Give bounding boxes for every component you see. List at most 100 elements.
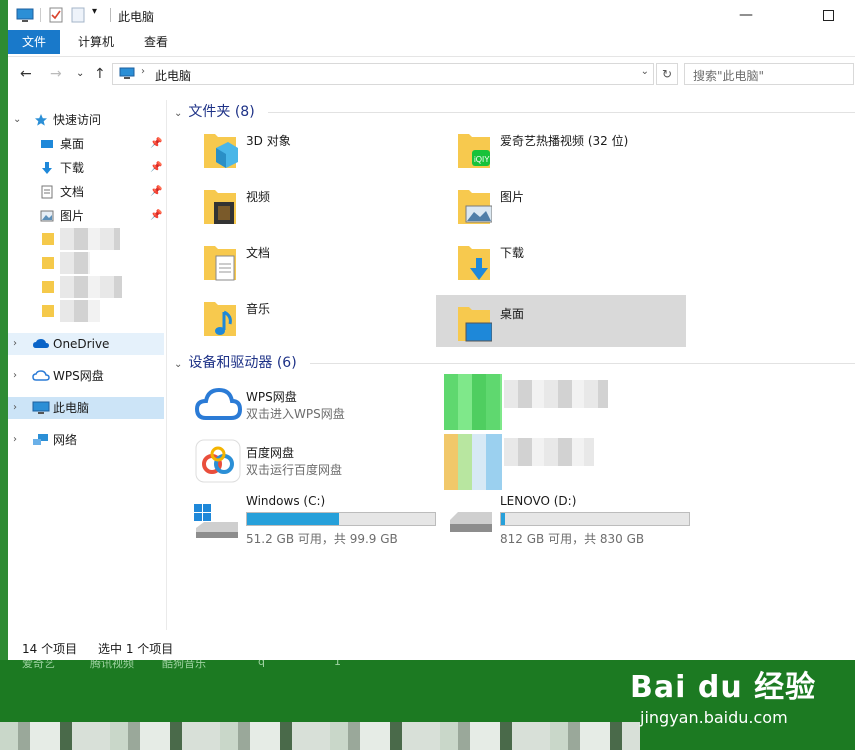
desktop-icon (41, 140, 53, 148)
picture-icon (458, 190, 492, 224)
folder-label: 3D 对象 (246, 134, 291, 148)
expand-caret-icon[interactable]: › (13, 397, 17, 419)
document-icon (41, 185, 53, 199)
expand-caret-icon[interactable]: › (13, 333, 17, 355)
drive-d[interactable]: LENOVO (D:) 812 GB 可用，共 830 GB (436, 494, 690, 548)
breadcrumb-chevron-icon[interactable]: › (141, 66, 145, 77)
tab-computer[interactable]: 计算机 (64, 30, 128, 54)
device-baidu-drive[interactable]: 百度网盘 双击运行百度网盘 (182, 436, 432, 488)
item-count: 14 个项目 (22, 642, 78, 656)
folder-icon (42, 233, 54, 245)
refresh-button[interactable]: ↻ (656, 63, 678, 85)
windows-drive-icon (194, 504, 238, 538)
customize-toolbar-icon[interactable]: ▾ (92, 6, 97, 17)
sidebar-item-network[interactable]: › 网络 (8, 429, 164, 451)
picture-icon (40, 210, 54, 222)
baidu-netdisk-icon (195, 439, 241, 483)
baidu-watermark: Bai du 经验 jingyan.baidu.com (630, 662, 816, 727)
sidebar-label: 快速访问 (53, 113, 102, 127)
folder-tile-videos[interactable]: 视频 (182, 178, 432, 230)
sidebar-item-wps-drive[interactable]: › WPS网盘 (8, 365, 164, 387)
folder-tile-desktop[interactable]: 桌面 (436, 295, 686, 347)
drive-usage-bar (246, 512, 436, 526)
download-icon (42, 162, 52, 174)
folder-label: 音乐 (246, 302, 271, 316)
address-dropdown-icon[interactable]: ⌄ (641, 66, 649, 77)
folder-label: 爱奇艺热播视频 (32 位) (500, 134, 629, 148)
drive-c[interactable]: Windows (C:) 51.2 GB 可用，共 99.9 GB (182, 494, 436, 548)
sidebar-label: OneDrive (53, 337, 110, 351)
blurred-device-icon (444, 434, 502, 490)
sidebar-label: WPS网盘 (53, 369, 104, 383)
properties-icon[interactable] (48, 7, 64, 23)
folder-tile-downloads[interactable]: 下载 (436, 234, 686, 286)
drive-usage-bar (500, 512, 690, 526)
status-bar: 14 个项目 选中 1 个项目 (8, 636, 855, 660)
title-bar: ▾ 此电脑 — (8, 0, 855, 30)
sidebar-item-documents[interactable]: 文档 📌 (8, 181, 164, 203)
folder-tile-music[interactable]: 音乐 (182, 290, 432, 342)
download-icon (458, 246, 490, 280)
sidebar-item-this-pc[interactable]: › 此电脑 (8, 397, 164, 419)
tab-view[interactable]: 查看 (130, 30, 182, 54)
folder-tile-pictures[interactable]: 图片 (436, 178, 686, 230)
search-placeholder: 搜索"此电脑" (693, 69, 765, 83)
minimize-button[interactable]: — (726, 4, 766, 26)
video-icon (204, 190, 236, 224)
maximize-button[interactable] (808, 4, 848, 26)
blurred-item (60, 252, 90, 274)
folder-tile-documents[interactable]: 文档 (182, 234, 432, 286)
sidebar-label: 桌面 (60, 137, 85, 151)
sidebar-label: 下载 (60, 161, 85, 175)
computer-icon (119, 67, 135, 79)
watermark-url: jingyan.baidu.com (640, 708, 788, 727)
expand-caret-icon[interactable]: › (13, 365, 17, 387)
folder-tile-iqiyi[interactable]: iQIY 爱奇艺热播视频 (32 位) (436, 122, 686, 174)
sidebar-item-downloads[interactable]: 下载 📌 (8, 157, 164, 179)
sidebar-item-desktop[interactable]: 桌面 📌 (8, 133, 164, 155)
drive-info: 51.2 GB 可用，共 99.9 GB (246, 532, 398, 546)
address-path: 此电脑 (155, 69, 192, 83)
up-button[interactable]: ↑ (94, 66, 106, 82)
sidebar-item-quick-access[interactable]: ⌄ 快速访问 (8, 109, 164, 131)
expand-caret-icon[interactable]: ⌄ (13, 109, 21, 131)
music-icon (204, 302, 236, 336)
back-button[interactable]: ← (20, 66, 32, 82)
folder-label: 下载 (500, 246, 525, 260)
sidebar-item-pictures[interactable]: 图片 📌 (8, 205, 164, 227)
pin-icon: 📌 (150, 186, 163, 197)
sidebar-item-onedrive[interactable]: › OneDrive (8, 333, 164, 355)
address-field[interactable]: › 此电脑 ⌄ (112, 63, 654, 85)
folder-label: 桌面 (500, 307, 525, 321)
folder-label: 图片 (500, 190, 525, 204)
wps-cloud-icon (32, 370, 50, 381)
document-icon (204, 246, 236, 281)
sidebar-label: 此电脑 (53, 401, 90, 415)
pin-icon: 📌 (150, 162, 163, 173)
pin-icon: 📌 (150, 138, 163, 149)
folder-icon (42, 281, 54, 293)
ribbon-tabs: 文件 计算机 查看 (8, 30, 855, 57)
recent-locations-button[interactable]: ⌄ (76, 68, 84, 79)
tab-file[interactable]: 文件 (8, 30, 61, 54)
selection-count: 选中 1 个项目 (98, 642, 174, 656)
sidebar-label: 文档 (60, 185, 85, 199)
folder-tile-3d-objects[interactable]: 3D 对象 (182, 122, 432, 174)
blurred-device-icon (444, 374, 502, 430)
forward-button[interactable]: → (50, 66, 62, 82)
group-divider (268, 112, 855, 113)
device-label: WPS网盘 (246, 390, 297, 404)
search-input[interactable]: 搜索"此电脑" (684, 63, 854, 85)
blurred-item (60, 276, 122, 298)
new-folder-icon[interactable] (70, 7, 86, 23)
sidebar-label: 网络 (53, 433, 78, 447)
device-wps-drive[interactable]: WPS网盘 双击进入WPS网盘 (182, 380, 432, 432)
3d-objects-icon (204, 134, 238, 168)
desktop-strip (0, 0, 8, 660)
iqiyi-icon: iQIY (458, 134, 490, 168)
group-heading-folders[interactable]: ⌄ 文件夹 (8) (168, 102, 255, 122)
desktop-icon (458, 307, 492, 342)
expand-caret-icon[interactable]: › (13, 429, 17, 451)
folder-label: 文档 (246, 246, 271, 260)
group-heading-devices[interactable]: ⌄ 设备和驱动器 (6) (168, 353, 297, 373)
